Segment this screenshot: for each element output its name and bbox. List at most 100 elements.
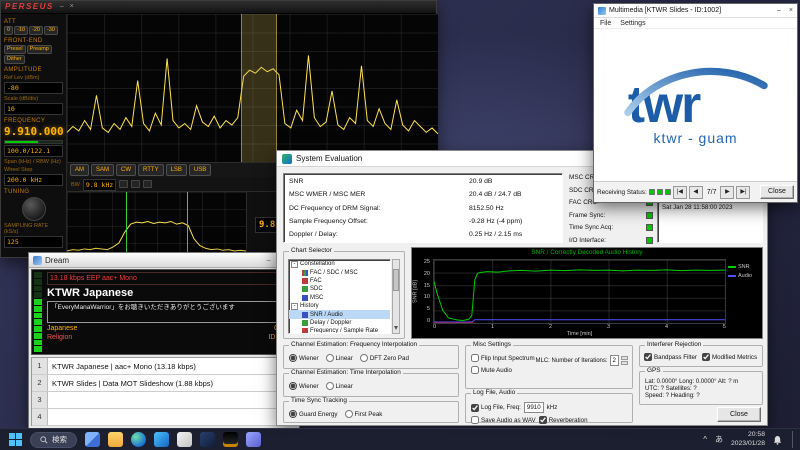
tree-scrollbar[interactable] [392,259,400,334]
perseus-sub-spectrum[interactable] [67,191,247,259]
log-freq-field[interactable]: 9910 [523,402,544,413]
presel-button[interactable]: Presel [4,45,26,54]
perseus-minimize-button[interactable]: – [60,3,64,11]
mode-sam-button[interactable]: SAM [91,164,115,176]
tree-item-snr-audio[interactable]: SNR / Audio [289,310,390,319]
ref-level-value[interactable]: -80 [4,82,63,94]
dither-button[interactable]: Dither [4,55,25,64]
wiener-time-radio[interactable]: Wiener [289,382,319,390]
multimedia-minimize-button[interactable]: – [777,7,781,14]
perseus-taskbar-icon[interactable] [223,432,238,447]
att-20-button[interactable]: -20 [29,26,43,35]
guard-energy-radio[interactable]: Guard Energy [289,410,338,418]
mode-lsb-button[interactable]: LSB [165,164,187,176]
tree-item-constellation[interactable]: - Constellation [289,260,390,268]
spectrum-zoom-button[interactable] [119,180,129,188]
ime-indicator[interactable]: あ [715,434,723,445]
syseval-app-icon [282,153,292,164]
dream-titlebar[interactable]: Dream – □ × [29,253,299,268]
first-peak-radio[interactable]: First Peak [344,410,382,418]
tuning-knob[interactable] [21,197,46,221]
tree-expander-icon[interactable]: - [291,260,298,268]
bandpass-filter-checkbox[interactable]: Bandpass Filter [644,353,697,361]
perseus-titlebar[interactable]: PERSEUS – × [1,1,436,14]
service-row-3[interactable]: 3 [32,392,296,409]
flip-input-spectrum-checkbox[interactable]: Flip Input Spectrum [471,354,535,362]
mode-rtty-button[interactable]: RTTY [138,164,164,176]
notification-bell-icon[interactable] [773,435,782,445]
mute-audio-checkbox[interactable]: Mute Audio [471,366,535,374]
wiener-freq-radio[interactable]: Wiener [289,354,319,362]
mode-usb-button[interactable]: USB [188,164,212,176]
scrollbar-thumb[interactable] [393,269,399,291]
tree-expander-icon[interactable]: - [291,302,298,310]
modified-metrics-checkbox[interactable]: Modified Metrics [702,353,757,361]
photos-icon[interactable] [177,432,192,447]
search-box[interactable]: 検索 [30,431,77,448]
log-file-checkbox[interactable]: Log File, Freq: [471,403,521,412]
att-30-button[interactable]: -30 [43,26,58,35]
save-audio-wav-checkbox[interactable]: Save Audio as WAV [471,416,536,424]
multimedia-close-btn[interactable]: Close [760,185,794,199]
tree-item-sdc[interactable]: SDC [289,285,390,293]
syseval-close-button[interactable]: Close [717,407,761,422]
explorer-icon[interactable] [108,432,123,447]
dream-taskbar-icon[interactable] [200,432,215,447]
tray-chevron-icon[interactable]: ^ [703,435,707,444]
next-slide-button[interactable]: ▶ [720,185,735,199]
menu-file[interactable]: File [600,20,611,27]
bw-readout[interactable]: 9.8 kHz [82,178,117,191]
menu-settings[interactable]: Settings [620,20,645,27]
chart-selector-group: Chart Selector - Constellation FAC / SDC … [283,247,405,339]
sampling-rate-value[interactable]: 125 [4,236,63,248]
multimedia-close-button[interactable]: × [789,7,793,14]
tray-clock[interactable]: 20:58 2023/01/28 [731,431,765,449]
mlc-iterations-field[interactable]: 2 [609,355,619,366]
mode-cw-button[interactable]: CW [116,164,137,176]
service-row-2[interactable]: 2 KTWR Slides | Data MOT Slideshow (1.88… [32,375,296,392]
service-row-1[interactable]: 1 KTWR Japanese | aac+ Mono (13.18 kbps) [32,358,296,375]
reverberation-checkbox[interactable]: Reverberation [538,416,588,424]
multimedia-titlebar[interactable]: Multimedia [KTWR Slides - ID:1002] – × [594,4,797,18]
att-0-button[interactable]: 0 [4,26,14,35]
marker-button[interactable] [143,180,153,188]
prev-slide-button[interactable]: ◀ [688,185,703,199]
service-row-4[interactable]: 4 [32,409,296,426]
mode-am-button[interactable]: AM [70,164,89,176]
linear-freq-radio[interactable]: Linear [325,354,353,362]
task-view-icon[interactable] [85,432,100,447]
first-slide-button[interactable]: |◀ [672,185,687,199]
tree-item-fac[interactable]: FAC [289,277,390,285]
span-rbw-value[interactable]: 100.0/122.1 [4,145,63,157]
preamp-button[interactable]: Preamp [26,45,52,54]
start-button[interactable] [6,432,24,448]
show-desktop-button[interactable] [792,430,794,449]
dc-freq-label: DC Frequency of DRM Signal: [289,204,381,212]
store-icon[interactable] [154,432,169,447]
dream-minimize-button[interactable]: – [267,257,271,264]
tree-item-fac-sdc-msc[interactable]: FAC / SDC / MSC [289,268,390,276]
wheel-step-value[interactable]: 200.0 kHz [4,174,63,186]
last-slide-button[interactable]: ▶| [736,185,751,199]
slide-counter: 7/7 [706,188,717,196]
att-10-button[interactable]: -10 [14,26,29,35]
settings-icon[interactable] [246,432,261,447]
scroll-down-icon[interactable] [394,326,399,330]
service-list: 1 KTWR Japanese | aac+ Mono (13.18 kbps)… [31,357,297,426]
tree-item-msc[interactable]: MSC [289,294,390,302]
time-sync-led [646,224,653,232]
perseus-close-button[interactable]: × [70,3,74,11]
mlc-spinner[interactable] [621,356,628,365]
tree-item-history[interactable]: - History [289,302,390,310]
dft-zero-pad-radio[interactable]: DFT Zero Pad [359,354,409,362]
perseus-control-panel: ATT 0 -10 -20 -30 FRONT-END Presel Pream… [1,14,67,257]
linear-time-radio[interactable]: Linear [325,382,353,390]
scale-value[interactable]: 10 [4,103,63,115]
perseus-spectrum-display[interactable] [67,14,438,162]
tree-item-delay-doppler[interactable]: Delay / Doppler [289,319,390,327]
frequency-display[interactable]: 9.910.000 [4,125,64,138]
tree-item-freq-samplerate[interactable]: Frequency / Sample Rate [289,327,390,333]
edge-icon[interactable] [131,432,146,447]
io-interface-led [646,236,653,244]
spectrum-unzoom-button[interactable] [131,180,141,188]
